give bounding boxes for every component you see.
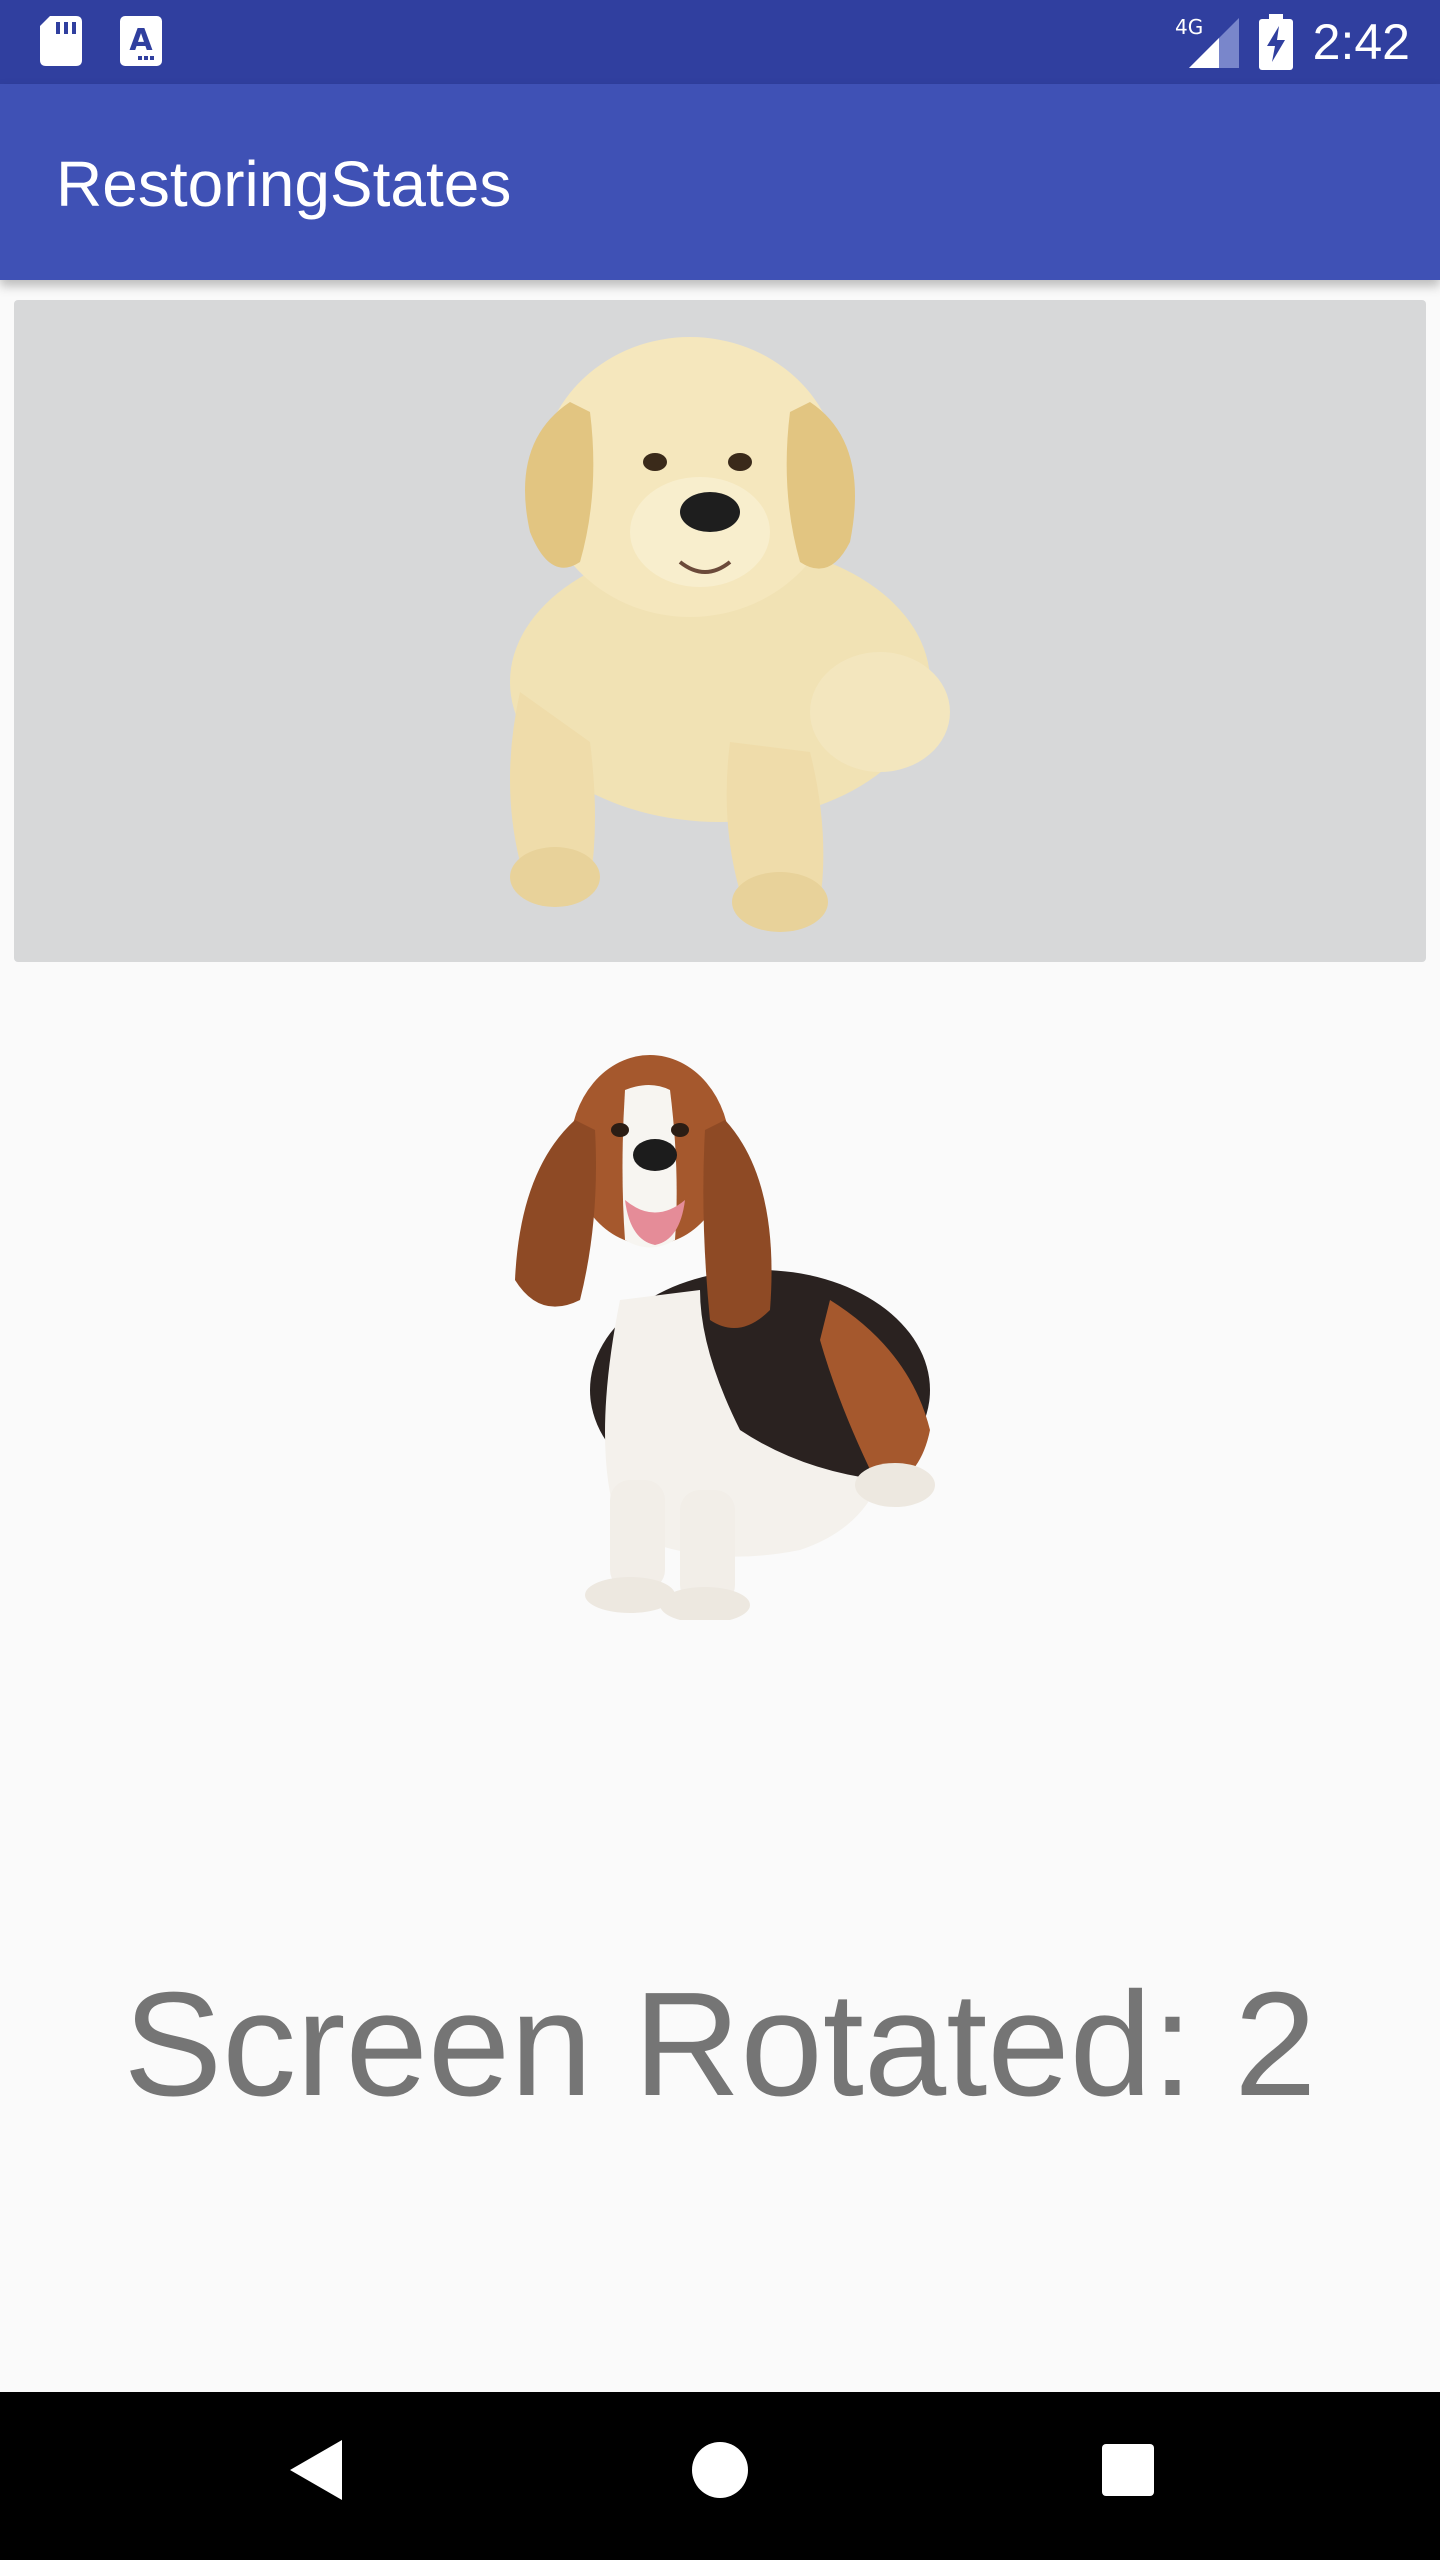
- status-clock: 2:42: [1312, 14, 1410, 70]
- status-notifications: A: [40, 16, 162, 66]
- recents-icon[interactable]: [1098, 2436, 1158, 2504]
- signal-4g-icon: 4G: [1175, 15, 1239, 68]
- battery-charging-icon: [1258, 14, 1293, 70]
- sd-card-icon: [40, 16, 82, 66]
- rotation-counter-text: Screen Rotated: 2: [123, 1962, 1317, 2127]
- status-bar: A 4G 2:42: [0, 0, 1440, 84]
- app-bar: RestoringStates: [0, 84, 1440, 280]
- accessibility-a-icon: A: [120, 16, 162, 66]
- app-title: RestoringStates: [56, 148, 512, 220]
- svg-text:4G: 4G: [1175, 15, 1203, 39]
- back-icon[interactable]: [286, 2436, 346, 2504]
- home-icon[interactable]: [690, 2436, 750, 2504]
- puppy-image-card: [14, 300, 1426, 962]
- golden-retriever-puppy-image: [510, 337, 950, 932]
- status-system: 4G 2:42: [1173, 8, 1410, 76]
- navigation-bar: [0, 2392, 1440, 2560]
- basset-hound-image: [515, 1055, 935, 1620]
- svg-text:A: A: [129, 23, 153, 58]
